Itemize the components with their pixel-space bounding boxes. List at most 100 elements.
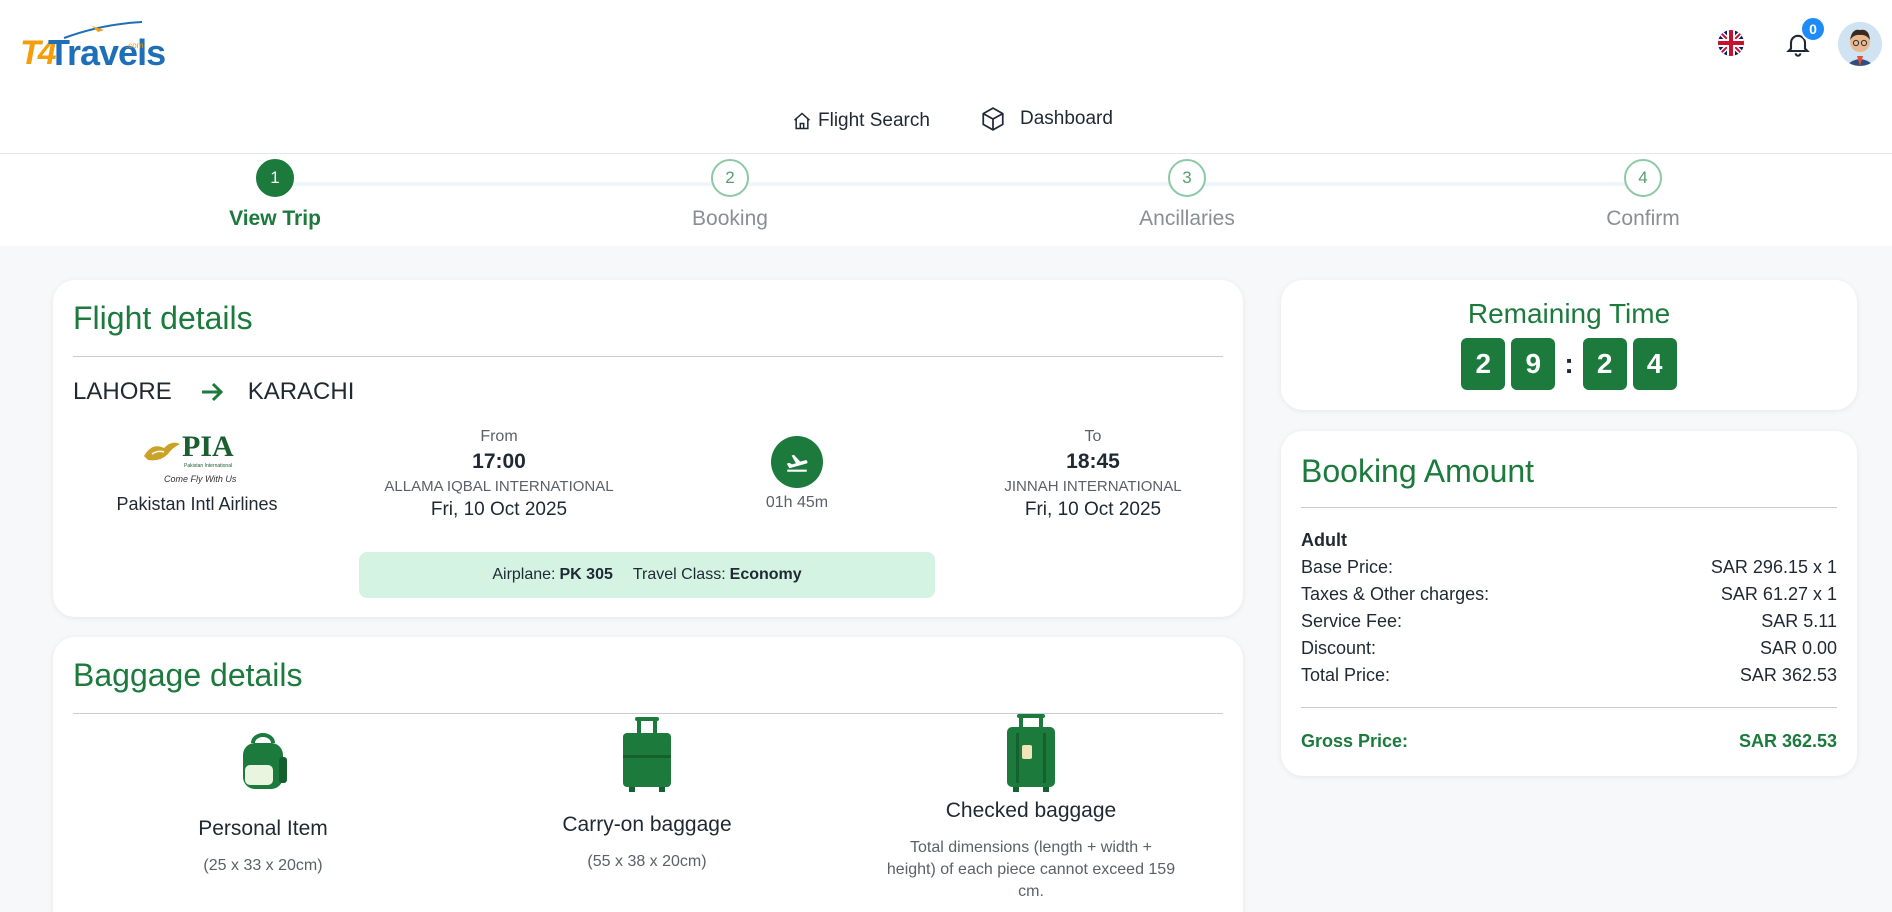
- step-number: 1: [256, 159, 294, 197]
- dashboard-link[interactable]: Dashboard: [980, 106, 1113, 132]
- price-value: SAR 61.27 x 1: [1720, 584, 1837, 604]
- notification-badge: 0: [1800, 16, 1826, 42]
- class-value: Economy: [729, 566, 802, 583]
- step-number: 3: [1168, 159, 1206, 197]
- origin-city: LAHORE: [73, 378, 172, 405]
- pia-logo-subtext: Pakistan International: [184, 463, 233, 469]
- user-avatar[interactable]: [1838, 22, 1882, 66]
- from-label: From: [480, 428, 518, 445]
- step-label: View Trip: [229, 207, 321, 230]
- step-view-trip[interactable]: 1 View Trip: [175, 159, 375, 231]
- flight-search-label: Flight Search: [818, 110, 930, 131]
- divider: [1301, 507, 1837, 508]
- checked-baggage: Checked baggage Total dimensions (length…: [861, 714, 1201, 903]
- takeoff-icon: [771, 436, 823, 488]
- divider: [73, 356, 1223, 357]
- price-row: Base Price: SAR 296.15 x 1: [1301, 554, 1837, 581]
- step-number: 2: [711, 159, 749, 197]
- price-row: Total Price: SAR 362.53: [1301, 662, 1837, 689]
- airline-name: Pakistan Intl Airlines: [116, 494, 278, 514]
- timer-digit: 2: [1582, 338, 1627, 390]
- step-ancillaries[interactable]: 3 Ancillaries: [1087, 159, 1287, 231]
- price-label: Service Fee:: [1301, 611, 1403, 631]
- cube-icon: [982, 107, 1004, 131]
- carry-on-name: Carry-on baggage: [562, 813, 732, 836]
- top-header: T4 Travels .com 0: [0, 0, 1892, 88]
- site-logo[interactable]: T4 Travels .com: [20, 18, 166, 73]
- home-icon: [794, 112, 810, 130]
- pia-logo-text: PIA: [182, 430, 234, 463]
- passenger-type: Adult: [1301, 527, 1837, 554]
- dashboard-label: Dashboard: [1020, 108, 1113, 129]
- gross-price-row: Gross Price: SAR 362.53: [1301, 731, 1837, 752]
- step-booking[interactable]: 2 Booking: [630, 159, 830, 231]
- divider: [1301, 707, 1837, 708]
- departure-date: Fri, 10 Oct 2025: [430, 499, 568, 520]
- price-value: SAR 0.00: [1759, 638, 1837, 658]
- timer-digit: 2: [1461, 338, 1506, 390]
- flight-info-bar: Airplane: PK 305 Travel Class: Economy: [359, 552, 935, 598]
- carry-on-baggage: Carry-on baggage (55 x 38 x 20cm): [477, 717, 817, 871]
- personal-item-dimensions: (25 x 33 x 20cm): [203, 857, 323, 874]
- carry-on-dimensions: (55 x 38 x 20cm): [587, 853, 707, 870]
- pia-slogan: Come Fly With Us: [164, 474, 237, 484]
- remaining-time-title: Remaining Time: [1467, 298, 1671, 329]
- departure-block: From 17:00 ALLAMA IQBAL INTERNATIONAL Fr…: [359, 428, 639, 521]
- step-confirm[interactable]: 4 Confirm: [1543, 159, 1743, 231]
- arrival-airport: JINNAH INTERNATIONAL: [1004, 478, 1182, 495]
- arrival-date: Fri, 10 Oct 2025: [1024, 499, 1162, 520]
- price-value: SAR 5.11: [1761, 611, 1837, 631]
- price-label: Discount:: [1301, 638, 1377, 658]
- pia-logo: PIA Pakistan International Come Fly With…: [142, 430, 252, 488]
- step-number: 4: [1624, 159, 1662, 197]
- flight-search-link[interactable]: Flight Search: [792, 110, 930, 132]
- step-label: Ancillaries: [1139, 207, 1235, 230]
- arrival-time: 18:45: [1066, 450, 1120, 473]
- class-label: Travel Class:: [632, 566, 726, 583]
- step-label: Booking: [692, 207, 768, 230]
- flight-details-title: Flight details: [73, 300, 253, 336]
- remaining-time-card: Remaining Time 2 9 : 2 4: [1281, 280, 1857, 410]
- departure-airport: ALLAMA IQBAL INTERNATIONAL: [384, 478, 614, 495]
- baggage-details-title: Baggage details: [73, 657, 303, 693]
- price-row: Taxes & Other charges: SAR 61.27 x 1: [1301, 581, 1837, 608]
- airline-block: PIA Pakistan International Come Fly With…: [89, 430, 305, 515]
- checked-suitcase-icon: [1007, 714, 1055, 792]
- price-label: Base Price:: [1301, 557, 1394, 577]
- logo-suffix: .com: [126, 41, 144, 50]
- gross-price-value: SAR 362.53: [1738, 731, 1837, 751]
- uk-flag-icon[interactable]: [1718, 30, 1744, 56]
- airplane-label: Airplane:: [492, 566, 556, 583]
- price-label: Taxes & Other charges:: [1301, 584, 1490, 604]
- carry-on-suitcase-icon: [623, 717, 671, 792]
- booking-amount-title: Booking Amount: [1301, 453, 1535, 489]
- step-label: Confirm: [1606, 207, 1680, 230]
- airplane-value: PK 305: [559, 566, 613, 583]
- arrival-block: To 18:45 JINNAH INTERNATIONAL Fri, 10 Oc…: [953, 428, 1233, 521]
- passenger-type-label: Adult: [1301, 530, 1347, 550]
- price-row: Service Fee: SAR 5.11: [1301, 608, 1837, 635]
- baggage-details-card: Baggage details Personal Item (25 x 33 x…: [53, 637, 1243, 912]
- gross-price-label: Gross Price:: [1301, 731, 1409, 751]
- to-label: To: [1084, 428, 1102, 445]
- backpack-icon: [243, 733, 287, 789]
- price-value: SAR 296.15 x 1: [1710, 557, 1837, 577]
- logo-text: Travels: [48, 32, 166, 73]
- stepper-track: [275, 182, 1643, 186]
- departure-time: 17:00: [472, 450, 526, 473]
- price-value: SAR 362.53: [1739, 665, 1837, 685]
- price-label: Total Price:: [1301, 665, 1391, 685]
- checked-baggage-name: Checked baggage: [945, 799, 1117, 822]
- checked-baggage-dimensions: Total dimensions (length + width + heigh…: [886, 839, 1176, 900]
- route: LAHORE KARACHI: [73, 378, 354, 406]
- price-breakdown: Adult Base Price: SAR 296.15 x 1 Taxes &…: [1301, 527, 1837, 689]
- timer-digit: 9: [1511, 338, 1556, 390]
- booking-stepper: 1 View Trip 2 Booking 3 Ancillaries 4 Co…: [0, 154, 1892, 246]
- timer-separator: :: [1564, 348, 1574, 379]
- flight-details-card: Flight details LAHORE KARACHI PIA Pakist…: [53, 280, 1243, 617]
- price-row: Discount: SAR 0.00: [1301, 635, 1837, 662]
- personal-item: Personal Item (25 x 33 x 20cm): [93, 727, 433, 875]
- destination-city: KARACHI: [247, 378, 355, 405]
- flight-duration: 01h 45m: [765, 494, 829, 511]
- personal-item-name: Personal Item: [198, 817, 328, 840]
